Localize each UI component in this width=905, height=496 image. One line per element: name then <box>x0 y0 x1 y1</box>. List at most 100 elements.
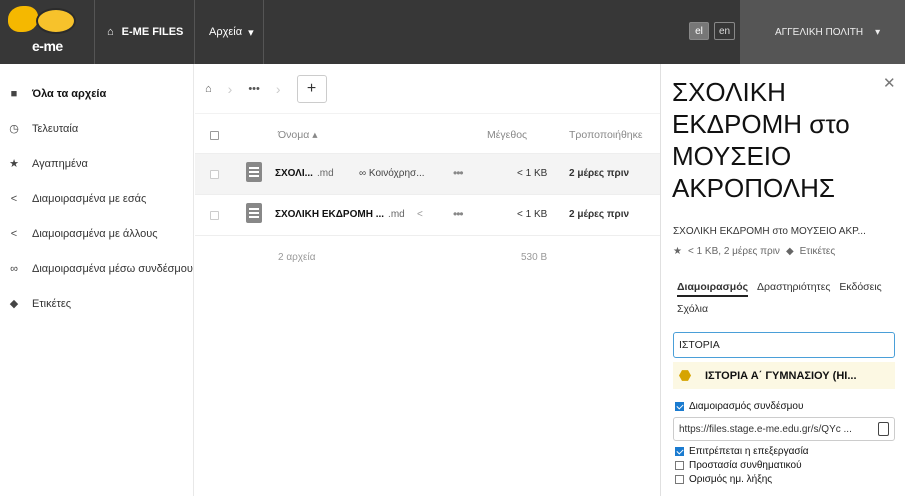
caret-down-icon: ▾ <box>875 26 881 38</box>
tab-versions[interactable]: Εκδόσεις <box>839 276 881 298</box>
share-icon: < <box>10 227 18 240</box>
sidebar-item-shared-with-you[interactable]: < Διαμοιρασμένα με εσάς <box>0 181 193 216</box>
brand-label: E-ME FILES <box>121 26 184 38</box>
tab-sharing[interactable]: Διαμοιρασμός <box>677 279 749 297</box>
share-link-field[interactable]: https://files.stage.e-me.edu.gr/s/QYc ..… <box>673 417 895 441</box>
link-share-label: Διαμοιρασμός συνδέσμου <box>689 401 804 412</box>
star-icon[interactable]: ★ <box>673 246 682 257</box>
user-name: ΑΓΓΕΛΙΚΗ ΠΟΛΙΤΗ <box>775 26 864 38</box>
file-list: ⌂ › ••• › + Όνομα ▴ Μέγεθος Τροποποιήθηκ… <box>195 64 660 496</box>
files-menu-label: Αρχεία <box>209 26 243 38</box>
file-name[interactable]: ΣΧΟΛΙ... .md <box>275 168 334 179</box>
checkbox-unchecked <box>675 475 684 484</box>
sidebar-item-label: Διαμοιρασμένα με εσάς <box>32 192 147 205</box>
sidebar-item-shared-by-link[interactable]: ∞ Διαμοιρασμένα μέσω συνδέσμου <box>0 251 193 286</box>
folder-icon: ■ <box>10 87 18 100</box>
files-menu[interactable]: Αρχεία ▾ <box>196 0 264 64</box>
table-row[interactable]: ΣΧΟΛΙ... .md ∞ Κοινόχρησ... ••• < 1 KB 2 … <box>195 154 660 195</box>
column-name-header[interactable]: Όνομα ▴ <box>278 129 318 141</box>
file-icon <box>246 203 262 223</box>
breadcrumb: ⌂ › ••• › + <box>195 64 660 114</box>
share-link-url: https://files.stage.e-me.edu.gr/s/QYc ..… <box>679 423 852 435</box>
logo[interactable]: e-me <box>0 0 95 64</box>
clock-icon: ◷ <box>9 123 19 135</box>
sidebar-item-all-files[interactable]: ■ Όλα τα αρχεία <box>0 76 193 111</box>
tags-link[interactable]: Ετικέτες <box>800 246 836 257</box>
more-icon[interactable]: ••• <box>453 207 464 221</box>
allow-edit-checkbox[interactable]: Επιτρέπεται η επεξεργασία <box>675 446 809 457</box>
home-icon[interactable]: ⌂ <box>205 83 212 95</box>
checkbox-checked <box>675 447 684 456</box>
file-name-text: ΣΧΟΛΙ... <box>275 168 313 179</box>
more-icon[interactable]: ••• <box>453 166 464 180</box>
sidebar-item-shared-with-others[interactable]: < Διαμοιρασμένα με άλλους <box>0 216 193 251</box>
star-icon: ★ <box>9 158 19 170</box>
sidebar-item-recent[interactable]: ◷ Τελευταία <box>0 111 193 146</box>
panel-tabs: Διαμοιρασμός Δραστηριότητες Εκδόσεις Σχό… <box>677 276 892 320</box>
select-all-checkbox[interactable] <box>210 131 219 140</box>
file-size: < 1 KB <box>517 168 548 179</box>
expiry-checkbox[interactable]: Ορισμός ημ. λήξης <box>675 474 772 485</box>
share-icon: < <box>10 192 18 205</box>
file-size-summary: 530 B <box>521 252 548 263</box>
chevron-right-icon: › <box>227 80 233 97</box>
password-checkbox[interactable]: Προστασία συνθηματικού <box>675 460 802 471</box>
lang-en-button[interactable]: en <box>714 22 736 40</box>
expiry-label: Ορισμός ημ. λήξης <box>689 474 773 485</box>
sidebar-item-label: Αγαπημένα <box>32 157 88 170</box>
link-icon: ∞ <box>10 262 18 275</box>
row-checkbox[interactable] <box>210 170 219 179</box>
clipboard-icon[interactable] <box>878 422 889 436</box>
sidebar-item-label: Ετικέτες <box>32 297 72 310</box>
column-name-label: Όνομα <box>278 129 310 141</box>
file-ext: .md <box>316 168 334 179</box>
file-icon <box>246 162 262 182</box>
table-header: Όνομα ▴ Μέγεθος Τροποποιήθηκε <box>195 116 660 154</box>
sidebar-item-label: Διαμοιρασμένα με άλλους <box>32 227 158 240</box>
share-suggestion[interactable]: ΙΣΤΟΡΙΑ Α΄ ΓΥΜΝΑΣΙΟΥ (ΗΙ... <box>673 362 895 389</box>
row-checkbox[interactable] <box>210 211 219 220</box>
column-modified-header[interactable]: Τροποποιήθηκε <box>569 129 643 141</box>
allow-edit-label: Επιτρέπεται η επεξεργασία <box>689 446 809 457</box>
sidebar-item-favorites[interactable]: ★ Αγαπημένα <box>0 146 193 181</box>
add-button[interactable]: + <box>296 74 327 103</box>
password-label: Προστασία συνθηματικού <box>689 460 802 471</box>
sort-up-icon: ▴ <box>312 129 318 141</box>
file-size: < 1 KB <box>517 209 548 220</box>
group-icon <box>679 370 691 381</box>
share-search-input[interactable]: ΙΣΤΟΡΙΑ <box>673 332 895 358</box>
lang-el-button[interactable]: el <box>689 22 709 40</box>
breadcrumb-more[interactable]: ••• <box>248 83 260 95</box>
tab-comments[interactable]: Σχόλια <box>677 298 708 320</box>
home-icon: ⌂ <box>107 26 114 38</box>
file-ext: .md <box>388 209 405 220</box>
sidebar-item-label: Όλα τα αρχεία <box>32 87 107 100</box>
table-row[interactable]: ΣΧΟΛΙΚΗ ΕΚΔΡΟΜΗ ... .md < ••• < 1 KB 2 μέ… <box>195 195 660 236</box>
share-label: Κοινόχρησ... <box>368 168 425 179</box>
checkbox-unchecked <box>675 461 684 470</box>
panel-meta: ★ < 1 KB, 2 μέρες πριν ◆ Ετικέτες <box>673 246 835 257</box>
share-icon[interactable]: < <box>417 209 423 220</box>
panel-title: ΣΧΟΛΙΚΗ ΕΚΔΡΟΜΗ στο ΜΟΥΣΕΙΟ ΑΚΡΟΠΟΛΗΣ <box>672 77 850 203</box>
column-size-header[interactable]: Μέγεθος <box>487 129 527 141</box>
panel-filename: ΣΧΟΛΙΚΗ ΕΚΔΡΟΜΗ στο ΜΟΥΣΕΙΟ ΑΚΡ... <box>673 226 866 237</box>
file-name[interactable]: ΣΧΟΛΙΚΗ ΕΚΔΡΟΜΗ ... .md <box>275 209 405 220</box>
tab-activity[interactable]: Δραστηριότητες <box>757 276 830 298</box>
share-action[interactable]: ∞ Κοινόχρησ... <box>359 168 425 179</box>
tag-icon: ◆ <box>9 298 19 310</box>
link-share-checkbox[interactable]: Διαμοιρασμός συνδέσμου <box>675 401 803 412</box>
home-link[interactable]: ⌂ E-ME FILES <box>95 0 195 64</box>
sidebar: ■ Όλα τα αρχεία ◷ Τελευταία ★ Αγαπημένα … <box>0 64 194 496</box>
sidebar-item-tags[interactable]: ◆ Ετικέτες <box>0 286 193 321</box>
sidebar-item-label: Διαμοιρασμένα μέσω συνδέσμου <box>32 262 193 275</box>
panel-meta-text: < 1 KB, 2 μέρες πριν <box>687 246 780 257</box>
logo-bee-body <box>36 8 76 34</box>
sidebar-item-label: Τελευταία <box>32 122 79 135</box>
user-menu[interactable]: ΑΓΓΕΛΙΚΗ ΠΟΛΙΤΗ ▾ <box>740 0 905 64</box>
link-icon: ∞ <box>359 168 367 179</box>
top-bar: e-me ⌂ E-ME FILES Αρχεία ▾ el en ΑΓΓΕΛΙΚ… <box>0 0 905 64</box>
suggestion-label: ΙΣΤΟΡΙΑ Α΄ ΓΥΜΝΑΣΙΟΥ (ΗΙ... <box>705 369 857 382</box>
file-modified: 2 μέρες πριν <box>569 209 630 220</box>
file-count-summary: 2 αρχεία <box>278 252 316 263</box>
caret-down-icon: ▾ <box>248 26 254 39</box>
